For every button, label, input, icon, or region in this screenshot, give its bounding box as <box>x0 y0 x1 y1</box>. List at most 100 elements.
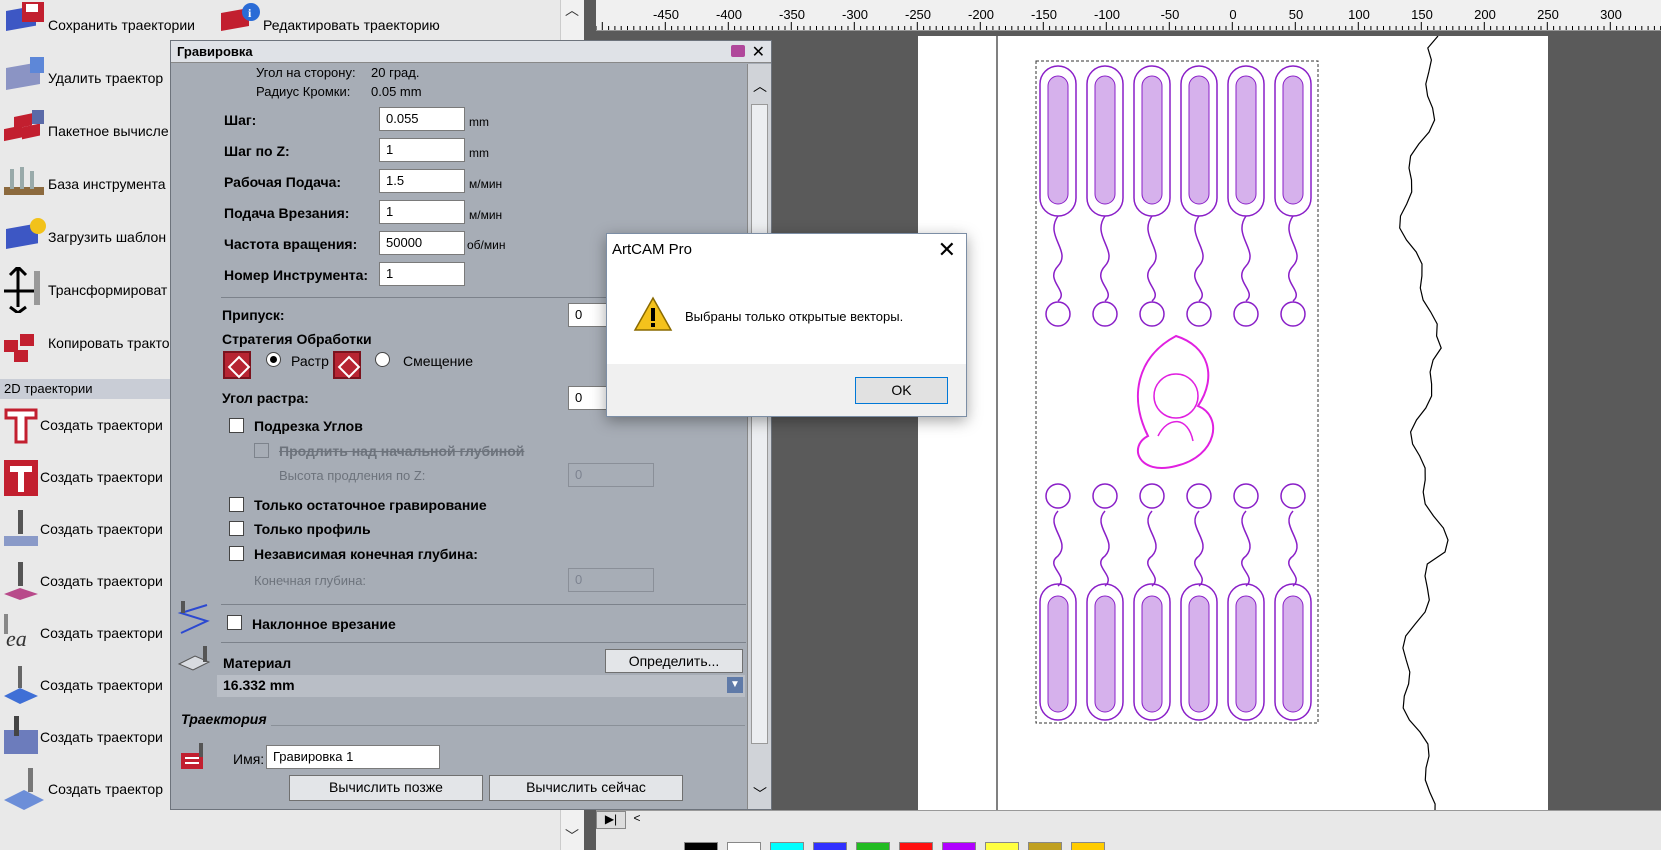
alert-dialog: ArtCAM Pro ✕ Выбраны только открытые век… <box>606 233 967 417</box>
ruler-label: 300 <box>1600 7 1622 22</box>
profile-only-checkbox[interactable] <box>229 521 244 536</box>
chevron-down-icon[interactable]: ﹀ <box>753 784 767 804</box>
step-label: Шаг: <box>224 112 257 128</box>
divider <box>221 604 746 605</box>
rest-only-checkbox[interactable] <box>229 497 244 512</box>
corner-cut-label: Подрезка Углов <box>254 418 363 434</box>
dropdown-arrow-icon[interactable]: ▼ <box>727 677 743 693</box>
ramp-label: Наклонное врезание <box>252 616 396 632</box>
save-toolpaths-label: Сохранить траектории <box>48 17 195 33</box>
tool-database-button[interactable]: База инструмента <box>0 159 166 209</box>
create-2d-toolpath-6[interactable]: Создать траектори <box>0 660 163 710</box>
copy-toolpath-button[interactable]: Копировать тракто <box>0 318 170 368</box>
warning-icon <box>633 296 673 332</box>
batch-calc-button[interactable]: Пакетное вычисле <box>0 106 169 156</box>
ruler-label: 150 <box>1411 7 1433 22</box>
ok-button[interactable]: OK <box>855 377 948 404</box>
tool-number-input[interactable]: 1 <box>379 262 465 286</box>
create-2d-toolpath-5[interactable]: ea Создать траектори <box>0 608 163 658</box>
color-palette-bar: ▶| < <box>596 810 1661 850</box>
create-toolpath-label: Создать траектори <box>40 625 163 641</box>
palette-color-swatch[interactable] <box>1028 842 1062 850</box>
spindle-speed-input[interactable]: 50000 <box>379 231 465 255</box>
chevron-up-icon[interactable]: ︿ <box>753 76 767 96</box>
palette-nav-icon[interactable]: ▶| <box>596 811 626 829</box>
palette-color-swatch[interactable] <box>1071 842 1105 850</box>
offset-strategy-icon <box>333 351 361 379</box>
raster-angle-label: Угол растра: <box>222 390 309 406</box>
extend-checkbox[interactable] <box>254 443 269 458</box>
transform-button[interactable]: Трансформироват <box>0 264 167 315</box>
load-template-button[interactable]: Загрузить шаблон <box>0 212 166 262</box>
ramp-checkbox[interactable] <box>227 615 242 630</box>
define-material-button[interactable]: Определить... <box>605 649 743 673</box>
independent-depth-checkbox[interactable] <box>229 546 244 561</box>
step-input[interactable]: 0.055 <box>379 107 465 131</box>
ruler-label: -350 <box>778 7 806 22</box>
rest-only-label: Только остаточное гравирование <box>254 497 487 513</box>
edit-toolpath-label: Редактировать траекторию <box>263 17 440 33</box>
feed-rate-input[interactable]: 1.5 <box>379 169 465 193</box>
palette-prev-icon[interactable]: < <box>628 811 646 829</box>
palette-color-swatch[interactable] <box>899 842 933 850</box>
palette-color-swatch[interactable] <box>727 842 761 850</box>
stepz-input[interactable]: 1 <box>379 138 465 162</box>
palette-color-swatch[interactable] <box>856 842 890 850</box>
vector-artwork[interactable] <box>918 35 1548 817</box>
palette-color-swatch[interactable] <box>985 842 1019 850</box>
offset-label: Смещение <box>403 353 474 369</box>
create-2d-toolpath-1[interactable]: Создать траектори <box>0 400 163 450</box>
palette-color-swatch[interactable] <box>942 842 976 850</box>
create-2d-toolpath-8[interactable]: Создать траектор <box>0 764 163 814</box>
create-2d-toolpath-3[interactable]: Создать траектори <box>0 504 163 554</box>
create-toolpath-label: Создать траектори <box>40 573 163 589</box>
palette-color-swatch[interactable] <box>684 842 718 850</box>
save-toolpaths-button[interactable]: Сохранить траектории <box>0 0 195 50</box>
panel-scrollbar[interactable]: ︿ ﹀ <box>747 64 771 809</box>
section-2d-toolpaths[interactable]: 2D траектории <box>0 379 170 399</box>
raster-radio[interactable] <box>266 352 281 367</box>
create-2d-toolpath-7[interactable]: Создать траектори <box>0 712 163 762</box>
ruler-label: -300 <box>841 7 869 22</box>
allowance-label: Припуск: <box>222 307 285 323</box>
material-sheet <box>918 35 1548 817</box>
toolpath-name-input[interactable]: Гравировка 1 <box>266 745 440 769</box>
create-2d-toolpath-4[interactable]: Создать траектори <box>0 556 163 606</box>
create-toolpath-label: Создать траектори <box>40 521 163 537</box>
scroll-up-icon[interactable]: ︿ <box>565 0 579 20</box>
bevel-toolpath-icon <box>0 766 48 812</box>
scroll-thumb[interactable] <box>751 104 768 744</box>
palette-color-swatch[interactable] <box>770 842 804 850</box>
transform-icon <box>0 264 48 315</box>
calculate-now-button[interactable]: Вычислить сейчас <box>489 775 683 801</box>
ruler-label: -100 <box>1093 7 1121 22</box>
extend-height-input[interactable]: 0 <box>568 463 654 487</box>
delete-toolpath-button[interactable]: Удалить траектор <box>0 53 163 103</box>
plunge-rate-input[interactable]: 1 <box>379 200 465 224</box>
ruler-label: 100 <box>1348 7 1370 22</box>
copy-toolpath-icon <box>0 320 48 366</box>
tool-number-label: Номер Инструмента: <box>224 267 369 283</box>
plunge-rate-unit: м/мин <box>469 208 503 222</box>
calculate-later-button[interactable]: Вычислить позже <box>289 775 483 801</box>
corner-cut-checkbox[interactable] <box>229 418 244 433</box>
material-thickness-row[interactable]: 16.332 mm ▼ <box>217 675 745 697</box>
panel-title-text: Гравировка <box>177 44 253 59</box>
delete-toolpath-icon <box>0 55 48 101</box>
offset-radio[interactable] <box>375 352 390 367</box>
profile-only-label: Только профиль <box>254 521 371 537</box>
create-toolpath-label: Создать траектори <box>40 469 163 485</box>
create-2d-toolpath-2[interactable]: Создать траектори <box>0 452 163 502</box>
horizontal-ruler: -450 -400 -350 -300 -250 -200 -150 -100 -50 0 50 10… <box>596 0 1661 31</box>
close-icon[interactable]: ✕ <box>752 42 765 62</box>
dialog-message: Выбраны только открытые векторы. <box>685 309 904 324</box>
engraving-text-icon: ea <box>0 610 40 656</box>
palette-color-swatch[interactable] <box>813 842 847 850</box>
close-icon[interactable]: ✕ <box>938 236 956 264</box>
ruler-label: 0 <box>1229 7 1237 22</box>
plunge-rate-label: Подача Врезания: <box>224 205 350 221</box>
final-depth-input[interactable]: 0 <box>568 568 654 592</box>
side-angle-label: Угол на сторону: <box>256 65 356 80</box>
help-book-icon[interactable] <box>731 45 745 57</box>
scroll-down-icon[interactable]: ﹀ <box>565 826 579 846</box>
